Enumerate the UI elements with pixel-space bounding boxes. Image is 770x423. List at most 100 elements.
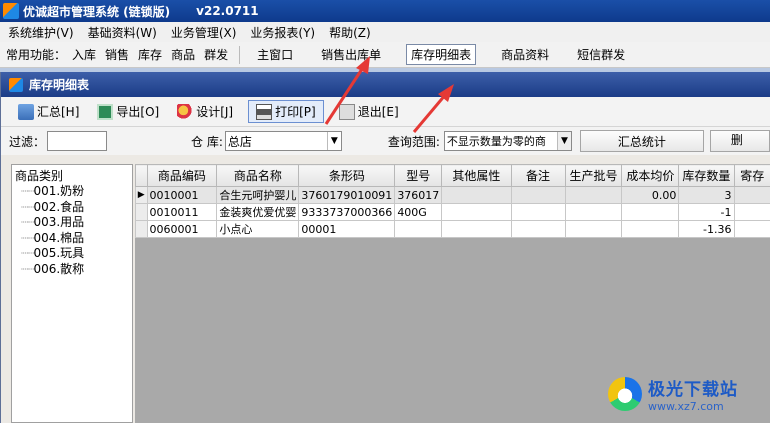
tree-node[interactable]: ┈┈002.食品 (15, 200, 132, 216)
quick-sales[interactable]: 销售 (105, 46, 129, 63)
design-button-label: 设计[J] (196, 105, 234, 119)
cell-model[interactable]: 400G (394, 203, 443, 221)
tree-node[interactable]: ┈┈004.棉品 (15, 231, 132, 247)
cell-code[interactable]: 0010001 (146, 186, 218, 204)
menu-basic-data[interactable]: 基础资料(W) (88, 24, 157, 41)
tab-product-info[interactable]: 商品资料 (498, 46, 552, 63)
window-icon (9, 77, 23, 92)
cell-cost[interactable] (621, 203, 680, 221)
tab-sms-broadcast[interactable]: 短信群发 (574, 46, 628, 63)
col-remark[interactable]: 备注 (510, 164, 566, 187)
summary-statistics-button[interactable]: 汇总统计 (579, 130, 704, 152)
col-batch-no[interactable]: 生产批号 (564, 164, 623, 187)
tree-node-label: 006.散称 (33, 261, 85, 276)
cell-name[interactable]: 合生元呵护婴儿 (216, 186, 300, 204)
quickbar-divider (239, 45, 241, 64)
design-button[interactable]: 设计[J] (174, 101, 236, 122)
cell-name[interactable]: 小点心 (216, 220, 300, 238)
col-model[interactable]: 型号 (394, 164, 443, 187)
cell-code[interactable]: 0010011 (146, 203, 218, 221)
cell-qty[interactable]: 3 (678, 186, 735, 204)
tree-node-label: 003.用品 (33, 215, 85, 229)
cell-attr[interactable] (441, 186, 512, 204)
filter-bar: 过滤： 仓 库: 总店 ▼ 查询范围: 不显示数量为零的商 ▼ 汇总统计 删 (1, 127, 770, 155)
menu-bar: 系统维护(V) 基础资料(W) 业务管理(X) 业务报表(Y) 帮助(Z) (0, 22, 770, 42)
query-range-value: 不显示数量为零的商 (446, 135, 546, 148)
col-stock-qty[interactable]: 库存数量 (678, 164, 735, 187)
query-range-select[interactable]: 不显示数量为零的商 ▼ (443, 131, 572, 151)
cell-model[interactable] (394, 220, 443, 238)
col-barcode[interactable]: 条形码 (298, 164, 396, 187)
cell-cost[interactable] (621, 220, 680, 238)
menu-help[interactable]: 帮助(Z) (329, 24, 371, 41)
child-window-title-bar: 库存明细表 (1, 72, 770, 97)
print-button-label: 打印[P] (275, 105, 316, 119)
table-row[interactable]: 0010011 金装爽优爱优婴 9333737000366 400G -1 (135, 203, 770, 221)
tree-node-label: 001.奶粉 (33, 184, 85, 198)
tree-node[interactable]: ┈┈006.散称 (15, 262, 132, 278)
cell-consign[interactable] (733, 186, 770, 204)
col-product-code[interactable]: 商品编码 (146, 164, 218, 187)
grid-corner (135, 164, 148, 187)
exit-icon (338, 103, 355, 120)
tree-root[interactable]: 商品类别 (15, 167, 132, 184)
tree-node[interactable]: ┈┈005.玩具 (15, 246, 132, 262)
row-indicator (135, 203, 148, 221)
cell-code[interactable]: 0060001 (146, 220, 218, 238)
filter-label: 过滤： (9, 134, 46, 149)
store-select[interactable]: 总店 ▼ (224, 131, 342, 151)
summary-button[interactable]: 汇总[H] (15, 101, 82, 122)
col-other-attr[interactable]: 其他属性 (441, 164, 512, 187)
menu-business[interactable]: 业务管理(X) (171, 24, 237, 41)
printer-icon (256, 103, 273, 120)
table-row[interactable]: ▶ 0010001 合生元呵护婴儿 3760179010091 376017 0… (135, 186, 770, 204)
cell-batch[interactable] (564, 203, 623, 221)
cell-remark[interactable] (510, 186, 566, 204)
cell-batch[interactable] (564, 186, 623, 204)
col-product-name[interactable]: 商品名称 (216, 164, 300, 187)
cell-barcode[interactable]: 9333737000366 (298, 203, 396, 221)
filter-input[interactable] (47, 131, 108, 151)
menu-reports[interactable]: 业务报表(Y) (250, 24, 315, 41)
app-title: 优诚超市管理系统 (链锁版) (23, 4, 171, 19)
cell-consign[interactable] (733, 220, 770, 238)
category-tree[interactable]: 商品类别 ┈┈001.奶粉 ┈┈002.食品 ┈┈003.用品 ┈┈004.棉品… (11, 164, 133, 423)
quick-function-label: 常用功能： (6, 48, 67, 62)
cell-attr[interactable] (441, 220, 512, 238)
menu-system[interactable]: 系统维护(V) (8, 24, 74, 41)
delete-button[interactable]: 删 (709, 130, 770, 152)
tab-main-window[interactable]: 主窗口 (254, 46, 296, 63)
tree-node[interactable]: ┈┈001.奶粉 (15, 184, 132, 200)
exit-button[interactable]: 退出[E] (336, 101, 402, 122)
col-consign[interactable]: 寄存 (733, 164, 770, 187)
quick-inventory[interactable]: 库存 (138, 46, 162, 63)
table-row[interactable]: 0060001 小点心 00001 -1.36 (135, 220, 770, 238)
col-avg-cost[interactable]: 成本均价 (621, 164, 680, 187)
chevron-down-icon[interactable]: ▼ (326, 132, 341, 150)
quick-stock-in[interactable]: 入库 (72, 46, 96, 63)
quick-products[interactable]: 商品 (171, 46, 195, 63)
cell-attr[interactable] (441, 203, 512, 221)
design-icon (177, 103, 194, 120)
cell-name[interactable]: 金装爽优爱优婴 (216, 203, 300, 221)
cell-qty[interactable]: -1 (678, 203, 735, 221)
cell-barcode[interactable]: 00001 (298, 220, 396, 238)
tab-inventory-detail[interactable]: 库存明细表 (406, 44, 477, 65)
cell-remark[interactable] (510, 203, 566, 221)
app-logo-icon (3, 3, 19, 19)
quick-mass-sms[interactable]: 群发 (204, 46, 228, 63)
quick-function-bar: 常用功能： 入库 销售 库存 商品 群发 主窗口 销售出库单 库存明细表 商品资… (0, 42, 770, 68)
cell-batch[interactable] (564, 220, 623, 238)
grid-header-row: 商品编码 商品名称 条形码 型号 其他属性 备注 生产批号 成本均价 库存数量 … (135, 164, 770, 187)
cell-qty[interactable]: -1.36 (678, 220, 735, 238)
print-button[interactable]: 打印[P] (248, 100, 324, 123)
cell-model[interactable]: 376017 (394, 186, 443, 204)
export-button[interactable]: 导出[O] (94, 101, 162, 122)
chevron-down-icon[interactable]: ▼ (556, 132, 571, 150)
cell-remark[interactable] (510, 220, 566, 238)
tab-sales-outbound[interactable]: 销售出库单 (318, 46, 384, 63)
tree-node[interactable]: ┈┈003.用品 (15, 215, 132, 231)
cell-barcode[interactable]: 3760179010091 (298, 186, 396, 204)
cell-consign[interactable] (733, 203, 770, 221)
cell-cost[interactable]: 0.00 (621, 186, 680, 204)
